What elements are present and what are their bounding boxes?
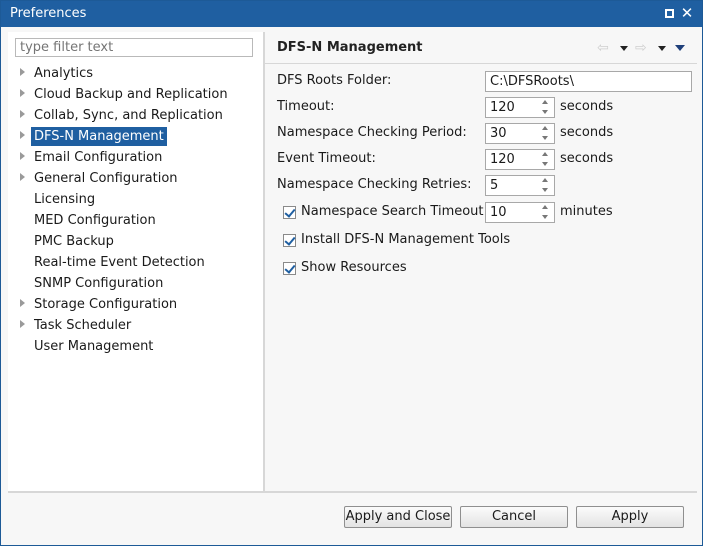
tree-item-label[interactable]: Cloud Backup and Replication	[31, 85, 231, 104]
timeout-unit: seconds	[560, 99, 614, 114]
tree-item-label[interactable]: PMC Backup	[31, 232, 117, 251]
tree-item-label[interactable]: DFS-N Management	[31, 127, 167, 146]
tree-item-label[interactable]: MED Configuration	[31, 211, 159, 230]
spin-up-icon[interactable]	[538, 98, 554, 107]
tree-item-email-configuration[interactable]: Email Configuration	[8, 147, 263, 168]
tree-item-pmc-backup[interactable]: PMC Backup	[8, 231, 263, 252]
spin-up-icon[interactable]	[538, 176, 554, 185]
tree-item-label[interactable]: Real-time Event Detection	[31, 253, 208, 272]
tree-item-collab-sync[interactable]: Collab, Sync, and Replication	[8, 105, 263, 126]
ns-period-field[interactable]	[486, 124, 536, 143]
preferences-dialog: Preferences ✕ Analytics Cloud Backup and…	[0, 0, 703, 546]
spin-down-icon[interactable]	[538, 160, 554, 169]
event-timeout-label: Event Timeout:	[277, 151, 376, 166]
event-timeout-spinner[interactable]	[485, 149, 555, 170]
ns-search-timeout-spinner[interactable]	[485, 202, 555, 223]
expand-arrow-icon[interactable]	[20, 299, 25, 307]
back-dropdown-icon[interactable]	[620, 46, 628, 51]
spin-down-icon[interactable]	[538, 108, 554, 117]
tree-item-analytics[interactable]: Analytics	[8, 63, 263, 84]
tree-item-snmp-configuration[interactable]: SNMP Configuration	[8, 273, 263, 294]
tree-item-label[interactable]: SNMP Configuration	[31, 274, 166, 293]
preference-tree-pane: Analytics Cloud Backup and Replication C…	[8, 32, 263, 491]
maximize-icon[interactable]	[665, 9, 674, 18]
install-tools-label[interactable]: Install DFS-N Management Tools	[301, 231, 510, 249]
roots-folder-label: DFS Roots Folder:	[277, 73, 392, 88]
page-title: DFS-N Management	[277, 40, 423, 55]
button-bar-divider	[8, 491, 697, 493]
tree-item-label[interactable]: User Management	[31, 337, 156, 356]
forward-arrow-icon[interactable]: ⇨	[635, 40, 647, 56]
ns-retries-spinner[interactable]	[485, 175, 555, 196]
apply-button[interactable]: Apply	[576, 506, 684, 528]
apply-and-close-button[interactable]: Apply and Close	[344, 506, 452, 528]
spin-up-icon[interactable]	[538, 203, 554, 212]
spin-up-icon[interactable]	[538, 124, 554, 133]
title-divider	[265, 63, 697, 64]
spin-down-icon[interactable]	[538, 186, 554, 195]
title-bar: Preferences ✕	[1, 1, 702, 27]
ns-period-label: Namespace Checking Period:	[277, 125, 467, 140]
tree-item-label[interactable]: Analytics	[31, 64, 96, 83]
tree-item-storage-configuration[interactable]: Storage Configuration	[8, 294, 263, 315]
ns-retries-field[interactable]	[486, 176, 536, 195]
ns-retries-label: Namespace Checking Retries:	[277, 177, 472, 192]
tree-item-cloud-backup[interactable]: Cloud Backup and Replication	[8, 84, 263, 105]
tree-item-dfs-n-management[interactable]: DFS-N Management	[8, 126, 263, 147]
filter-input[interactable]	[15, 38, 253, 57]
tree-item-label[interactable]: General Configuration	[31, 169, 181, 188]
ns-period-spinner[interactable]	[485, 123, 555, 144]
spin-down-icon[interactable]	[538, 213, 554, 222]
spin-up-icon[interactable]	[538, 150, 554, 159]
ns-search-timeout-label[interactable]: Namespace Search Timeout:	[301, 203, 488, 221]
spin-down-icon[interactable]	[538, 134, 554, 143]
install-tools-checkbox[interactable]	[283, 234, 296, 247]
tree-item-label[interactable]: Storage Configuration	[31, 295, 180, 314]
tree-item-label[interactable]: Task Scheduler	[31, 316, 134, 335]
expand-arrow-icon[interactable]	[20, 68, 25, 76]
expand-arrow-icon[interactable]	[20, 131, 25, 139]
tree-item-label[interactable]: Collab, Sync, and Replication	[31, 106, 226, 125]
expand-arrow-icon[interactable]	[20, 89, 25, 97]
tree-item-med-configuration[interactable]: MED Configuration	[8, 210, 263, 231]
forward-dropdown-icon[interactable]	[658, 46, 666, 51]
expand-arrow-icon[interactable]	[20, 152, 25, 160]
ns-period-unit: seconds	[560, 125, 614, 140]
cancel-button[interactable]: Cancel	[460, 506, 568, 528]
back-arrow-icon[interactable]: ⇦	[597, 40, 609, 56]
preference-page: DFS-N Management ⇦ ⇨ DFS Roots Folder: T…	[265, 32, 697, 491]
close-icon[interactable]: ✕	[680, 4, 694, 22]
tree-item-label[interactable]: Email Configuration	[31, 148, 165, 167]
ns-search-timeout-unit: minutes	[560, 204, 613, 219]
show-resources-checkbox[interactable]	[283, 262, 296, 275]
show-resources-label[interactable]: Show Resources	[301, 259, 407, 277]
expand-arrow-icon[interactable]	[20, 173, 25, 181]
tree-item-licensing[interactable]: Licensing	[8, 189, 263, 210]
ns-search-timeout-checkbox[interactable]	[283, 206, 296, 219]
event-timeout-field[interactable]	[486, 150, 536, 169]
tree-item-label[interactable]: Licensing	[31, 190, 98, 209]
window-title: Preferences	[10, 6, 87, 21]
roots-folder-field[interactable]	[485, 71, 692, 92]
expand-arrow-icon[interactable]	[20, 320, 25, 328]
timeout-label: Timeout:	[277, 99, 335, 114]
event-timeout-unit: seconds	[560, 151, 614, 166]
timeout-field[interactable]	[486, 98, 536, 117]
tree-item-general-configuration[interactable]: General Configuration	[8, 168, 263, 189]
timeout-spinner[interactable]	[485, 97, 555, 118]
ns-search-timeout-field[interactable]	[486, 203, 536, 222]
tree-item-user-management[interactable]: User Management	[8, 336, 263, 357]
view-menu-icon[interactable]	[675, 45, 685, 51]
expand-arrow-icon[interactable]	[20, 110, 25, 118]
tree-item-real-time-event-detection[interactable]: Real-time Event Detection	[8, 252, 263, 273]
tree-item-task-scheduler[interactable]: Task Scheduler	[8, 315, 263, 336]
